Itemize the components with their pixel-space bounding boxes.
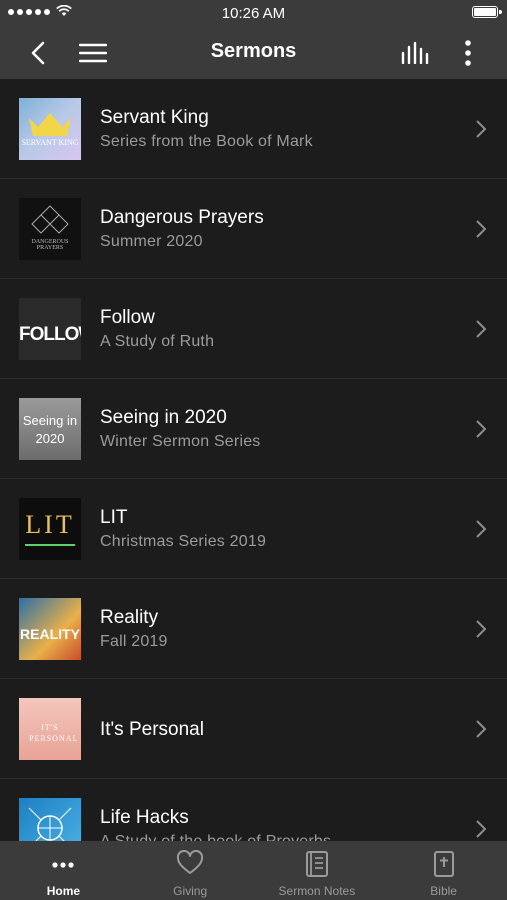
thumbnail-accent-line [25, 544, 75, 546]
tab-label: Home [46, 884, 81, 898]
chevron-right-icon [476, 520, 487, 538]
sermon-subtitle: Winter Sermon Series [100, 433, 261, 450]
more-dots-icon [52, 862, 74, 868]
tab-bar: Home Giving Sermon Notes Bible [0, 841, 507, 900]
sermon-subtitle: Fall 2019 [100, 633, 168, 650]
sermon-subtitle: A Study of Ruth [100, 333, 215, 350]
brain-icon [28, 807, 72, 841]
sermon-title: Servant King [100, 107, 209, 128]
tab-label: Giving [173, 884, 208, 898]
more-vertical-icon [465, 40, 471, 66]
notes-icon [305, 851, 328, 877]
sermon-list: SERVANT KING Servant King Series from th… [0, 79, 507, 841]
sermon-row-lit[interactable]: LIT LIT Christmas Series 2019 [0, 479, 507, 579]
sermon-subtitle: Summer 2020 [100, 233, 203, 250]
thumbnail-text: REALITY [20, 626, 80, 642]
heart-icon [177, 850, 204, 874]
sermon-thumbnail: SERVANT KING [19, 98, 81, 160]
sermon-title: Follow [100, 307, 155, 328]
sermon-title: Reality [100, 607, 159, 628]
tab-sermon-notes[interactable]: Sermon Notes [254, 841, 381, 900]
chevron-right-icon [476, 220, 487, 238]
sermon-thumbnail: IT'S PERSONAL [19, 698, 81, 760]
chevron-right-icon [476, 720, 487, 738]
sermon-thumbnail [19, 798, 81, 841]
sermon-thumbnail: DANGEROUS PRAYERS [19, 198, 81, 260]
sermon-thumbnail: FOLLOW [19, 298, 81, 360]
status-bar: 10:26 AM [0, 0, 507, 27]
sermon-row-its-personal[interactable]: IT'S PERSONAL It's Personal [0, 679, 507, 779]
sermon-title: It's Personal [100, 719, 204, 740]
sermon-title: Dangerous Prayers [100, 207, 264, 228]
tab-label: Sermon Notes [278, 884, 356, 898]
battery-icon [472, 6, 502, 18]
sermon-row-life-hacks[interactable]: Life Hacks A Study of the book of Prover… [0, 779, 507, 841]
status-time: 10:26 AM [221, 5, 286, 22]
thumbnail-text: FOLLOW [19, 324, 81, 345]
sermon-row-reality[interactable]: REALITY Reality Fall 2019 [0, 579, 507, 679]
tab-bible[interactable]: Bible [380, 841, 507, 900]
thumbnail-text: IT'S PERSONAL [29, 723, 79, 743]
chevron-right-icon [476, 620, 487, 638]
equalizer-bars-icon [401, 42, 429, 64]
thumbnail-text: Seeing in 2020 [22, 413, 78, 446]
crown-icon [29, 113, 71, 136]
sermon-title: Seeing in 2020 [100, 407, 227, 428]
chevron-right-icon [476, 320, 487, 338]
tab-home[interactable]: Home [0, 841, 127, 900]
chevron-right-icon [476, 120, 487, 138]
sermon-subtitle: Series from the Book of Mark [100, 133, 313, 150]
thumbnail-text: SERVANT KING [21, 138, 79, 147]
tab-giving[interactable]: Giving [127, 841, 254, 900]
thumbnail-text: LIT [25, 510, 75, 539]
nav-bar: Sermons [0, 27, 507, 79]
sermon-thumbnail: Seeing in 2020 [19, 398, 81, 460]
sermon-row-dangerous-prayers[interactable]: DANGEROUS PRAYERS Dangerous Prayers Summ… [0, 179, 507, 279]
sermon-row-servant-king[interactable]: SERVANT KING Servant King Series from th… [0, 79, 507, 179]
sermon-thumbnail: REALITY [19, 598, 81, 660]
sermon-thumbnail: LIT [19, 498, 81, 560]
chevron-right-icon [476, 420, 487, 438]
sermon-row-follow[interactable]: FOLLOW Follow A Study of Ruth [0, 279, 507, 379]
thumbnail-text: DANGEROUS PRAYERS [31, 239, 69, 251]
sermon-title: LIT [100, 507, 128, 528]
sermon-subtitle: Christmas Series 2019 [100, 533, 267, 550]
audio-button[interactable] [398, 37, 432, 69]
sermon-subtitle: A Study of the book of Proverbs [100, 833, 331, 841]
chevron-right-icon [476, 820, 487, 838]
bible-icon [433, 851, 454, 877]
more-options-button[interactable] [451, 37, 485, 69]
sermon-title: Life Hacks [100, 807, 189, 828]
tab-label: Bible [430, 884, 457, 898]
sermon-row-seeing-in-2020[interactable]: Seeing in 2020 Seeing in 2020 Winter Ser… [0, 379, 507, 479]
